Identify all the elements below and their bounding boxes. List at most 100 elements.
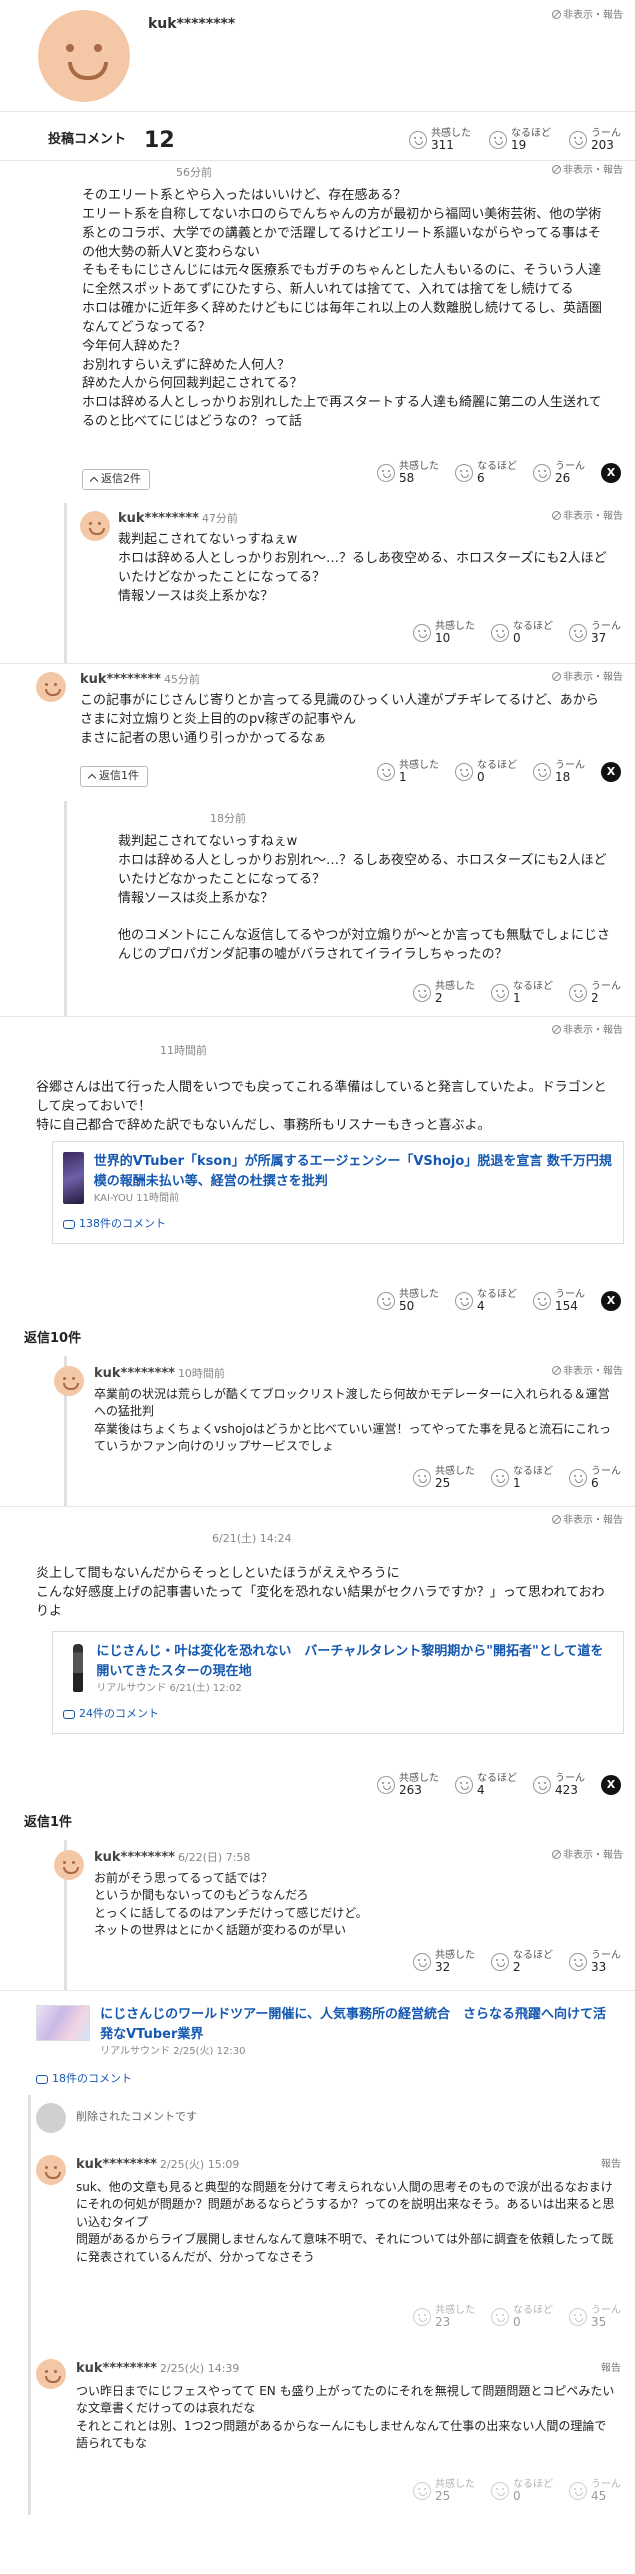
frown-icon — [569, 2482, 587, 2501]
smile-icon — [377, 1292, 395, 1311]
comment-item: 非表示・報告 6/21(土) 14:24 炎上して間もないんだからそっとしといた… — [0, 1506, 635, 1840]
kyokan-button[interactable]: 共感した 2 — [413, 981, 475, 1005]
uun-button[interactable]: うーん 37 — [569, 621, 621, 645]
article-title[interactable]: 世界的VTuber「kson」が所属するエージェンシー「VShojo」脱退を宣言… — [94, 1152, 613, 1191]
report-link[interactable]: 非表示・報告 — [552, 1023, 623, 1038]
naruhodo-button[interactable]: なるほど 0 — [491, 621, 553, 645]
reply-author: kuk******** 47分前 — [118, 511, 238, 526]
naruhodo-button[interactable]: なるほど 0 — [455, 760, 517, 784]
reaction-bar: 共感した 25 なるほど 1 うーん 6 — [413, 1466, 621, 1490]
uun-button[interactable]: うーん 33 — [569, 1950, 621, 1974]
comment-time: 6/21(土) 14:24 — [212, 1532, 292, 1545]
smile-icon — [413, 1469, 431, 1488]
kyokan-button[interactable]: 共感した 50 — [377, 1289, 439, 1313]
report-link[interactable]: 非表示・報告 — [552, 1848, 623, 1863]
article-card[interactable]: にじさんじ・叶は変化を恐れない バーチャルタレント黎明期から"開拓者"として道を… — [52, 1631, 624, 1734]
x-share-icon[interactable]: X — [601, 1291, 621, 1312]
report-link[interactable]: 報告 — [601, 2157, 621, 2172]
report-link[interactable]: 非表示・報告 — [552, 1364, 623, 1379]
naruhodo-button[interactable]: なるほど 6 — [455, 461, 517, 485]
uun-button[interactable]: うーん 154 — [533, 1289, 585, 1313]
article-thumbnail — [36, 2005, 91, 2041]
frown-icon — [569, 131, 587, 149]
uun-button[interactable]: うーん 423 — [533, 1773, 585, 1797]
reply-body: 裁判起こされてないっすねぇw ホロは辞める人としっかりお別れ～…？るしあ夜空める… — [118, 532, 607, 604]
article-source: リアルサウンド 6/21(土) 12:02 — [96, 1683, 242, 1694]
report-link[interactable]: 非表示・報告 — [552, 8, 623, 23]
lightbulb-icon — [491, 1469, 509, 1488]
smile-icon — [413, 2482, 431, 2501]
comment-item: 非表示・報告 11時間前 谷郷さんは出て行った人間をいつでも戻ってこれる準備はし… — [0, 1016, 635, 1356]
article-comment-link[interactable]: 138件のコメント — [63, 1216, 613, 1233]
reaction-bar: 共感した 50 なるほど 4 うーん 154 X — [377, 1289, 621, 1313]
naruhodo-button[interactable]: なるほど 4 — [455, 1773, 517, 1797]
report-link[interactable]: 非表示・報告 — [552, 1513, 623, 1528]
replies-count: 返信1件 — [24, 1815, 73, 1830]
reply-author: kuk******** 6/22(日) 7:58 — [94, 1850, 251, 1865]
lightbulb-icon — [455, 464, 473, 483]
x-share-icon[interactable]: X — [601, 762, 621, 783]
avatar — [54, 1850, 84, 1880]
reply-body: suk、他の文章も見ると典型的な問題を分けて考えられない人間の思考そのもので涙が… — [76, 2180, 615, 2264]
profile-header: kuk******** 非表示・報告 — [0, 0, 635, 112]
reaction-bar: 共感した 23 なるほど 0 うーん 35 — [413, 2305, 621, 2329]
article-comment-link[interactable]: 18件のコメント — [36, 2071, 132, 2088]
kyokan-button[interactable]: 共感した 25 — [413, 1466, 475, 1490]
reply-body: つい昨日までにじフェスやってて EN も盛り上がってたのにそれを無視して問題問題… — [76, 2384, 615, 2451]
kyokan-button[interactable]: 共感した 25 — [413, 2479, 475, 2503]
frown-icon — [569, 1469, 587, 1488]
comment-stats: 投稿コメント 12 共感した 311 なるほど 19 うーん 203 — [0, 112, 635, 160]
report-link[interactable]: 非表示・報告 — [552, 163, 623, 178]
chevron-up-icon — [89, 476, 99, 485]
article-comment-link[interactable]: 24件のコメント — [63, 1706, 613, 1723]
naruhodo-button[interactable]: なるほど 2 — [491, 1950, 553, 1974]
kyokan-button[interactable]: 共感した 263 — [377, 1773, 439, 1797]
uun-button[interactable]: うーん 6 — [569, 1466, 621, 1490]
reply-toggle-button[interactable]: 返信2件 — [82, 469, 150, 490]
article-source: リアルサウンド 2/25(火) 12:30 — [100, 2046, 246, 2057]
kyokan-button[interactable]: 共感した 1 — [377, 760, 439, 784]
article-card[interactable]: 世界的VTuber「kson」が所属するエージェンシー「VShojo」脱退を宣言… — [52, 1141, 624, 1244]
uun-button[interactable]: うーん 2 — [569, 981, 621, 1005]
smile-icon — [377, 763, 395, 782]
article-title[interactable]: にじさんじのワールドツアー開催に、人気事務所の経営統合 さらなる飛躍へ向けて活発… — [100, 2005, 612, 2044]
uun-button[interactable]: うーん 26 — [533, 461, 585, 485]
summary-reactions: 共感した 311 なるほど 19 うーん 203 — [409, 128, 621, 152]
reaction-bar: 共感した 25 なるほど 0 うーん 45 — [413, 2479, 621, 2503]
x-share-icon[interactable]: X — [601, 463, 621, 484]
naruhodo-button[interactable]: なるほど 0 — [491, 2479, 553, 2503]
kyokan-button[interactable]: 共感した 10 — [413, 621, 475, 645]
uun-button[interactable]: うーん 45 — [569, 2479, 621, 2503]
reply-toggle-button[interactable]: 返信1件 — [80, 766, 148, 787]
deleted-comment: 削除されたコメントです — [76, 2110, 197, 2123]
smile-icon — [413, 1953, 431, 1972]
naruhodo-button[interactable]: なるほど 1 — [491, 981, 553, 1005]
naruhodo-button[interactable]: なるほど 4 — [455, 1289, 517, 1313]
naruhodo-button[interactable]: なるほど 0 — [491, 2305, 553, 2329]
reply-body: お前がそう思ってるって話では？ というか間もないってのもどうなんだろ とっくに話… — [94, 1871, 368, 1938]
report-link[interactable]: 非表示・報告 — [552, 670, 623, 685]
reply-thread-line — [64, 503, 67, 663]
kyokan-button[interactable]: 共感した 32 — [413, 1950, 475, 1974]
avatar — [38, 10, 130, 102]
comment-time: 56分前 — [176, 166, 212, 179]
comment-time: 11時間前 — [160, 1044, 207, 1057]
report-link[interactable]: 報告 — [601, 2361, 621, 2376]
kyokan-button[interactable]: 共感した 58 — [377, 461, 439, 485]
uun-button[interactable]: うーん 18 — [533, 760, 585, 784]
uun-button[interactable]: うーん 35 — [569, 2305, 621, 2329]
naruhodo-button[interactable]: なるほど 1 — [491, 1466, 553, 1490]
reply-thread-line — [64, 801, 67, 1016]
article-header[interactable]: にじさんじのワールドツアー開催に、人気事務所の経営統合 さらなる飛躍へ向けて活発… — [36, 2005, 612, 2059]
comment-body: この記事がにじさんじ寄りとか言ってる見識のひっくい人達がプチギレてるけど、あから… — [80, 693, 599, 746]
smile-icon — [413, 624, 431, 643]
frown-icon — [569, 624, 587, 643]
comment-item: 非表示・報告 56分前 そのエリート系とやら入ったはいいけど、存在感ある？ エリ… — [0, 160, 635, 503]
comment-bubble-icon — [63, 1219, 75, 1229]
reply-author: kuk******** 2/25(火) 15:09 — [76, 2157, 240, 2172]
frown-icon — [569, 1953, 587, 1972]
article-title[interactable]: にじさんじ・叶は変化を恐れない バーチャルタレント黎明期から"開拓者"として道を… — [96, 1642, 613, 1681]
kyokan-button[interactable]: 共感した 23 — [413, 2305, 475, 2329]
report-link[interactable]: 非表示・報告 — [552, 509, 623, 524]
x-share-icon[interactable]: X — [601, 1775, 621, 1796]
